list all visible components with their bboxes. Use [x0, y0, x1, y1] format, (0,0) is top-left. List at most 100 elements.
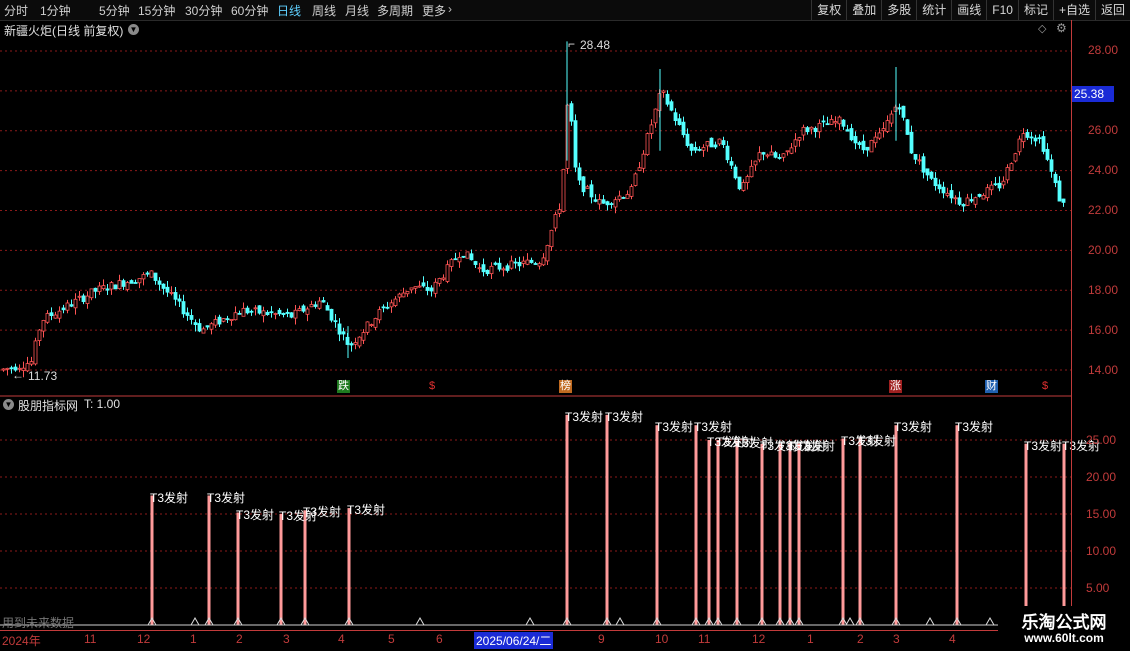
- tab-1min[interactable]: 1分钟: [40, 2, 71, 19]
- mark-button[interactable]: 标记: [1017, 0, 1053, 20]
- candle-body: [329, 308, 334, 321]
- candle-body: [889, 113, 894, 124]
- candle-body: [45, 313, 50, 323]
- candle-body: [685, 133, 690, 146]
- candle-body: [305, 308, 310, 315]
- signal-bar: [655, 425, 659, 625]
- candle-body: [945, 192, 950, 196]
- candle-body: [557, 209, 562, 214]
- candle-body: [849, 128, 854, 141]
- price-tick: 20.00: [1088, 243, 1119, 257]
- tab-15min[interactable]: 15分钟: [138, 2, 175, 19]
- price-chart[interactable]: [0, 20, 1071, 630]
- candle-body: [377, 309, 382, 321]
- candle-body: [981, 195, 986, 200]
- candle-body: [985, 187, 990, 199]
- tab-30min[interactable]: 30分钟: [185, 2, 222, 19]
- candle-body: [977, 193, 982, 197]
- signal-label: T3发射: [236, 507, 275, 522]
- event-tag-rank[interactable]: 榜: [559, 380, 572, 393]
- tab-monthly[interactable]: 月线: [345, 2, 369, 19]
- draw-line-button[interactable]: 画线: [951, 0, 986, 20]
- tab-weekly[interactable]: 周线: [312, 2, 336, 19]
- candle-body: [969, 199, 974, 202]
- tab-timeshare[interactable]: 分时: [4, 2, 28, 19]
- indicator-tick: 10.00: [1086, 544, 1117, 558]
- candle-body: [773, 152, 778, 158]
- candle-body: [325, 305, 330, 311]
- candle-body: [521, 260, 526, 264]
- candle-body: [713, 144, 718, 148]
- candle-body: [509, 260, 514, 269]
- candle-body: [465, 251, 470, 259]
- candle-body: [117, 280, 122, 290]
- multi-stock-button[interactable]: 多股: [881, 0, 916, 20]
- candle-body: [197, 323, 202, 332]
- candle-body: [33, 340, 38, 365]
- candle-body: [429, 287, 434, 292]
- event-tag-dollar-2[interactable]: $: [1041, 380, 1050, 393]
- restore-right-button[interactable]: 复权: [811, 0, 846, 20]
- candle-body: [61, 307, 66, 311]
- watermark: 乐淘公式网 www.60lt.com: [998, 606, 1130, 650]
- candle-body: [301, 305, 306, 312]
- indicator-params: T: 1.00: [84, 397, 121, 411]
- candle-body: [109, 282, 114, 290]
- signal-bar: [694, 425, 698, 625]
- tab-more[interactable]: 更多: [422, 2, 446, 19]
- tab-60min[interactable]: 60分钟: [231, 2, 268, 19]
- candle-body: [925, 168, 930, 176]
- event-tag-finance[interactable]: 财: [985, 380, 998, 393]
- time-tick: 6: [436, 632, 443, 646]
- candle-body: [137, 278, 142, 284]
- event-tag-dollar[interactable]: $: [428, 380, 437, 393]
- candle-body: [789, 147, 794, 154]
- candle-body: [77, 295, 82, 298]
- candle-body: [837, 116, 842, 125]
- event-tag-up[interactable]: 涨: [889, 380, 902, 393]
- candle-body: [245, 307, 250, 314]
- candle-body: [921, 156, 926, 173]
- f10-button[interactable]: F10: [986, 0, 1018, 20]
- signal-bar: [716, 440, 720, 625]
- candle-body: [397, 293, 402, 298]
- signal-label: T3发射: [858, 433, 897, 448]
- price-tick: 14.00: [1088, 363, 1119, 377]
- time-tick: 11: [698, 632, 711, 646]
- candle-body: [473, 261, 478, 265]
- candle-body: [701, 147, 706, 151]
- candle-body: [65, 302, 70, 311]
- tab-5min[interactable]: 5分钟: [99, 2, 130, 19]
- add-watchlist-button[interactable]: +自选: [1052, 0, 1095, 20]
- candle-body: [393, 298, 398, 306]
- signal-bar: [1024, 443, 1028, 625]
- candle-body: [225, 318, 230, 321]
- candle-body: [689, 143, 694, 151]
- high-arrow-icon: ⌐: [568, 37, 576, 51]
- signal-label: T3发射: [303, 505, 342, 520]
- candle-body: [881, 128, 886, 132]
- candle-body: [445, 264, 450, 282]
- overlay-button[interactable]: 叠加: [846, 0, 881, 20]
- back-button[interactable]: 返回: [1094, 0, 1130, 20]
- candle-body: [341, 331, 346, 335]
- candle-body: [841, 119, 846, 127]
- chevron-down-icon[interactable]: ▼: [3, 399, 14, 410]
- candle-body: [5, 367, 10, 370]
- statistics-button[interactable]: 统计: [916, 0, 951, 20]
- event-tag-down[interactable]: 跌: [337, 380, 350, 393]
- chevron-right-icon[interactable]: ›: [448, 2, 452, 16]
- time-tick: 2: [236, 632, 243, 646]
- tab-daily[interactable]: 日线: [277, 2, 301, 19]
- candle-body: [293, 309, 298, 319]
- watermark-title: 乐淘公式网: [1021, 613, 1107, 632]
- tab-multi-period[interactable]: 多周期: [377, 2, 413, 19]
- candle-body: [877, 132, 882, 139]
- candle-body: [933, 177, 938, 187]
- candle-body: [797, 137, 802, 141]
- price-tick: 18.00: [1088, 283, 1119, 297]
- candle-body: [297, 308, 302, 312]
- candle-body: [205, 325, 210, 328]
- candle-body: [597, 199, 602, 205]
- candle-body: [737, 176, 742, 190]
